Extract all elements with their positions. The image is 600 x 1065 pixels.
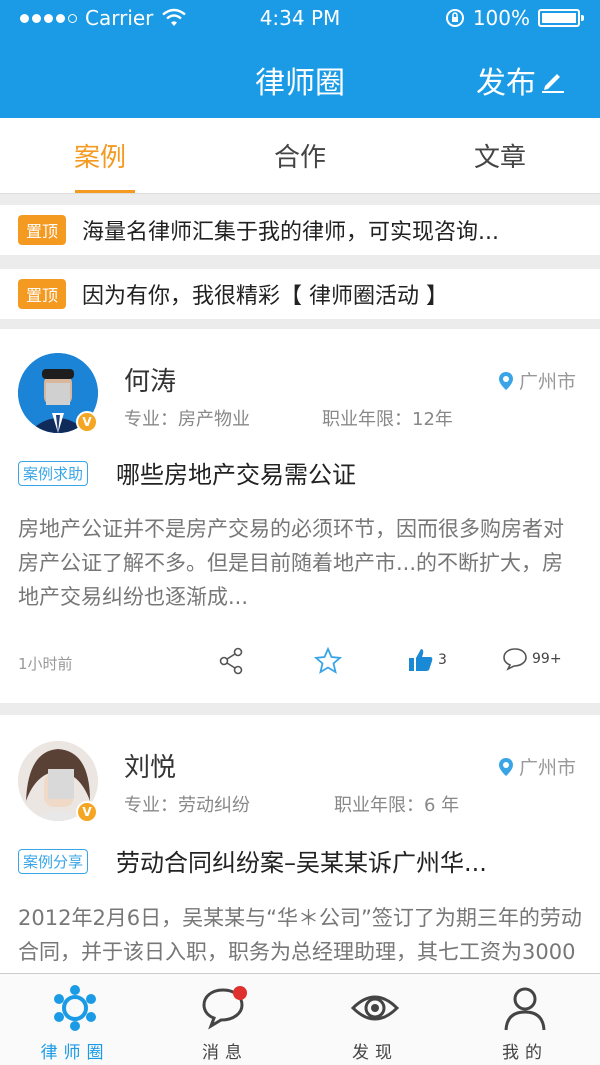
- comment-button[interactable]: 99+: [502, 647, 562, 671]
- card-actions: 1小时前 3 99+: [0, 643, 600, 683]
- battery-icon: [538, 9, 584, 27]
- rotation-lock-icon: [445, 9, 464, 27]
- verified-badge-icon: V: [76, 801, 98, 823]
- pinned-item[interactable]: 置顶 海量名律师汇集于我的律师，可实现咨询...: [0, 205, 600, 255]
- lawyer-circle-icon: [54, 985, 96, 1031]
- person-icon: [504, 987, 546, 1031]
- publish-label: 发布: [476, 66, 536, 101]
- tab-me[interactable]: 我的: [450, 974, 600, 1065]
- edit-pencil-icon: [542, 74, 564, 93]
- like-button[interactable]: 3: [408, 647, 447, 673]
- tab-articles[interactable]: 文章: [400, 118, 600, 193]
- case-card[interactable]: V 刘悦 广州市 专业：劳动纠纷 职业年限：6 年 案例分享 劳动合同纠纷案–吴…: [0, 715, 600, 973]
- battery-percent: 100%: [472, 6, 530, 30]
- lawyer-name[interactable]: 何涛: [124, 361, 176, 398]
- tab-label: 我的: [502, 1043, 548, 1063]
- top-bar: Carrier 4:34 PM 100% 律师圈 发布: [0, 0, 600, 118]
- pinned-text: 因为有你，我很精彩【 律师圈活动 】: [82, 284, 449, 309]
- location-text: 广州市: [518, 757, 576, 779]
- like-count: 3: [438, 652, 447, 668]
- specialty: 专业：房产物业: [124, 409, 250, 430]
- share-button[interactable]: [218, 647, 244, 675]
- location: 广州市: [498, 753, 576, 780]
- case-excerpt: 房地产公证并不是房产交易的必须环节，因而很多购房者对房产公证了解不多。但是目前随…: [18, 517, 564, 609]
- case-excerpt: 2012年2月6日，吴某某与“华＊公司”签订了为期三年的劳动合同，并于该日入职，…: [18, 906, 582, 964]
- specialty: 专业：劳动纠纷: [124, 795, 250, 816]
- comment-icon: [503, 648, 527, 671]
- case-type-tag: 案例分享: [18, 849, 89, 874]
- pinned-badge: 置顶: [18, 279, 67, 309]
- tab-label: 消息: [202, 1043, 248, 1063]
- tab-label: 律师圈: [40, 1043, 110, 1063]
- category-tabs: 案例 合作 文章: [0, 118, 600, 194]
- case-title[interactable]: 哪些房地产交易需公证: [116, 455, 581, 490]
- tab-label: 发现: [352, 1043, 398, 1063]
- pinned-text: 海量名律师汇集于我的律师，可实现咨询...: [82, 220, 499, 245]
- tab-cooperation[interactable]: 合作: [200, 118, 400, 193]
- screen: Carrier 4:34 PM 100% 律师圈 发布 案例 合作 文章 置顶 …: [0, 0, 600, 1065]
- tab-lawyer-circle[interactable]: 律师圈: [0, 974, 150, 1065]
- comment-count: 99+: [532, 651, 562, 667]
- pinned-badge: 置顶: [18, 215, 67, 245]
- tab-discover[interactable]: 发现: [300, 974, 450, 1065]
- location-pin-icon: [498, 757, 513, 776]
- tab-cases[interactable]: 案例: [0, 118, 200, 193]
- favorite-button[interactable]: [314, 647, 342, 675]
- message-icon: [202, 986, 247, 1030]
- status-right: 100%: [445, 6, 584, 30]
- pinned-item[interactable]: 置顶 因为有你，我很精彩【 律师圈活动 】: [0, 269, 600, 319]
- years-of-practice: 职业年限：12年: [322, 409, 453, 430]
- tab-messages[interactable]: 消息: [150, 974, 300, 1065]
- star-icon: [314, 647, 342, 674]
- thumbs-up-icon: [409, 649, 433, 671]
- eye-icon: [351, 995, 399, 1021]
- case-title[interactable]: 劳动合同纠纷案–吴某某诉广州华...: [116, 843, 581, 878]
- location-text: 广州市: [518, 371, 576, 393]
- case-type-tag: 案例求助: [18, 461, 89, 486]
- status-bar: Carrier 4:34 PM 100%: [0, 0, 600, 36]
- location-pin-icon: [498, 371, 513, 390]
- years-of-practice: 职业年限：6 年: [334, 795, 460, 816]
- location: 广州市: [498, 367, 576, 394]
- share-icon: [219, 647, 243, 675]
- publish-button[interactable]: 发布: [476, 58, 566, 102]
- lawyer-name[interactable]: 刘悦: [124, 747, 176, 784]
- post-time: 1小时前: [18, 655, 73, 673]
- bottom-tab-bar: 律师圈 消息 发现 我的: [0, 973, 600, 1065]
- case-card[interactable]: V 何涛 广州市 专业：房产物业 职业年限：12年 案例求助 哪些房地产交易需公…: [0, 329, 600, 703]
- verified-badge-icon: V: [76, 411, 98, 433]
